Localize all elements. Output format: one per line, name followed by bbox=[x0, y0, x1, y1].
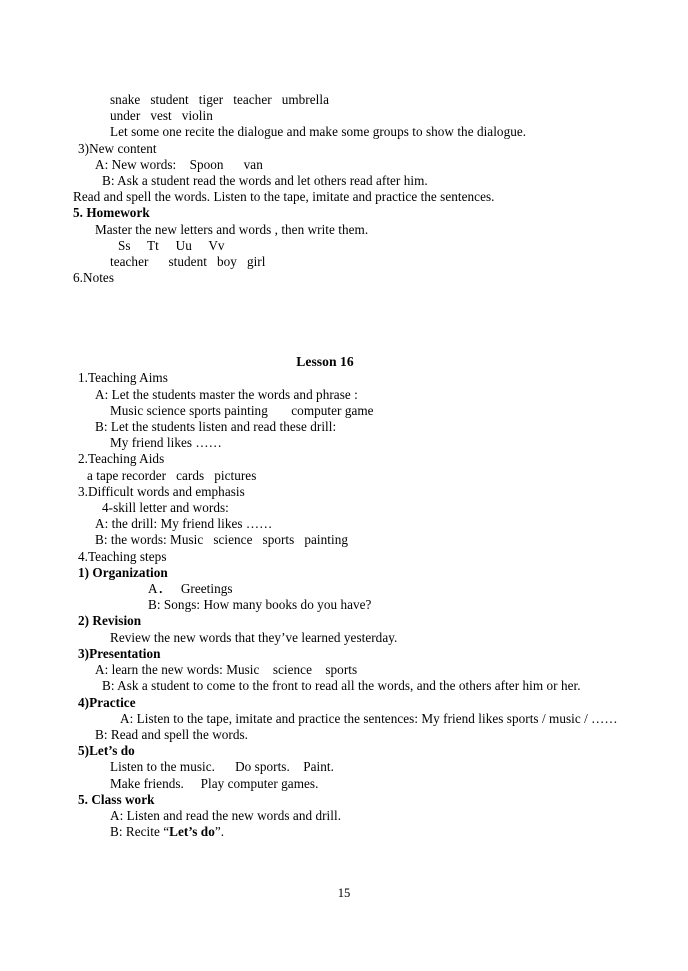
text-line: A． Greetings bbox=[148, 581, 233, 597]
text-line: B: Ask a student to come to the front to… bbox=[102, 678, 581, 694]
heading-practice: 4)Practice bbox=[78, 694, 136, 710]
text-line: A: New words: Spoon van bbox=[95, 156, 263, 172]
text-line: Review the new words that they’ve learne… bbox=[110, 629, 398, 645]
heading-revision: 2) Revision bbox=[78, 613, 142, 629]
text-line-recite: B: Recite “Let’s do”. bbox=[110, 824, 598, 840]
previous-lesson-block: snake student tiger teacher umbrella und… bbox=[73, 92, 598, 286]
text-line: a tape recorder cards pictures bbox=[87, 467, 257, 483]
text-line: Master the new letters and words , then … bbox=[95, 221, 369, 237]
lesson-title: Lesson 16 bbox=[296, 354, 354, 370]
recite-emphasis: Let’s do bbox=[169, 824, 215, 840]
text-line: snake student tiger teacher umbrella bbox=[110, 92, 329, 107]
text-line: Let some one recite the dialogue and mak… bbox=[110, 124, 527, 140]
text-line: A: learn the new words: Music science sp… bbox=[95, 662, 358, 678]
document-page: snake student tiger teacher umbrella und… bbox=[0, 0, 688, 971]
text-line: Make friends. Play computer games. bbox=[110, 775, 319, 791]
text-line: 3)New content bbox=[78, 140, 157, 156]
recite-suffix: ”. bbox=[214, 824, 225, 840]
text-line: B: Let the students listen and read thes… bbox=[95, 419, 337, 435]
text-line: Ss Tt Uu Vv bbox=[118, 237, 225, 253]
document-body: snake student tiger teacher umbrella und… bbox=[73, 92, 618, 840]
heading-difficult-words: 3.Difficult words and emphasis bbox=[78, 483, 245, 499]
text-line: A: Listen to the tape, imitate and pract… bbox=[120, 710, 618, 726]
heading-presentation: 3)Presentation bbox=[78, 645, 161, 661]
text-line: 4-skill letter and words: bbox=[102, 500, 229, 516]
heading-class-work: 5. Class work bbox=[78, 791, 155, 807]
heading-teaching-aids: 2.Teaching Aids bbox=[78, 451, 165, 467]
lesson-16-block: Lesson 16 1.Teaching Aims A: Let the stu… bbox=[78, 353, 618, 840]
recite-prefix: B: Recite “ bbox=[110, 824, 170, 840]
page-number: 15 bbox=[337, 886, 351, 900]
text-line: teacher student boy girl bbox=[110, 254, 266, 270]
text-line: 6.Notes bbox=[73, 270, 115, 286]
text-line: Read and spell the words. Listen to the … bbox=[73, 189, 495, 205]
text-line: Listen to the music. Do sports. Paint. bbox=[110, 759, 334, 775]
heading-teaching-steps: 4.Teaching steps bbox=[78, 548, 167, 564]
text-line: My friend likes …… bbox=[110, 435, 222, 451]
text-line: A: Let the students master the words and… bbox=[95, 386, 358, 402]
heading-organization: 1) Organization bbox=[78, 564, 168, 580]
text-line: B: Songs: How many books do you have? bbox=[148, 597, 372, 613]
text-line: A: Listen and read the new words and dri… bbox=[110, 807, 342, 823]
heading-lets-do: 5)Let’s do bbox=[78, 743, 135, 759]
text-line: B: Read and spell the words. bbox=[95, 726, 249, 742]
text-line: under vest violin bbox=[110, 108, 213, 124]
text-line: A: the drill: My friend likes …… bbox=[95, 516, 273, 532]
text-line: B: Ask a student read the words and let … bbox=[102, 173, 428, 189]
text-line: B: the words: Music science sports paint… bbox=[95, 532, 348, 548]
text-line: Music science sports painting computer g… bbox=[110, 402, 374, 418]
heading-homework: 5. Homework bbox=[73, 205, 150, 221]
heading-teaching-aims: 1.Teaching Aims bbox=[78, 370, 168, 386]
